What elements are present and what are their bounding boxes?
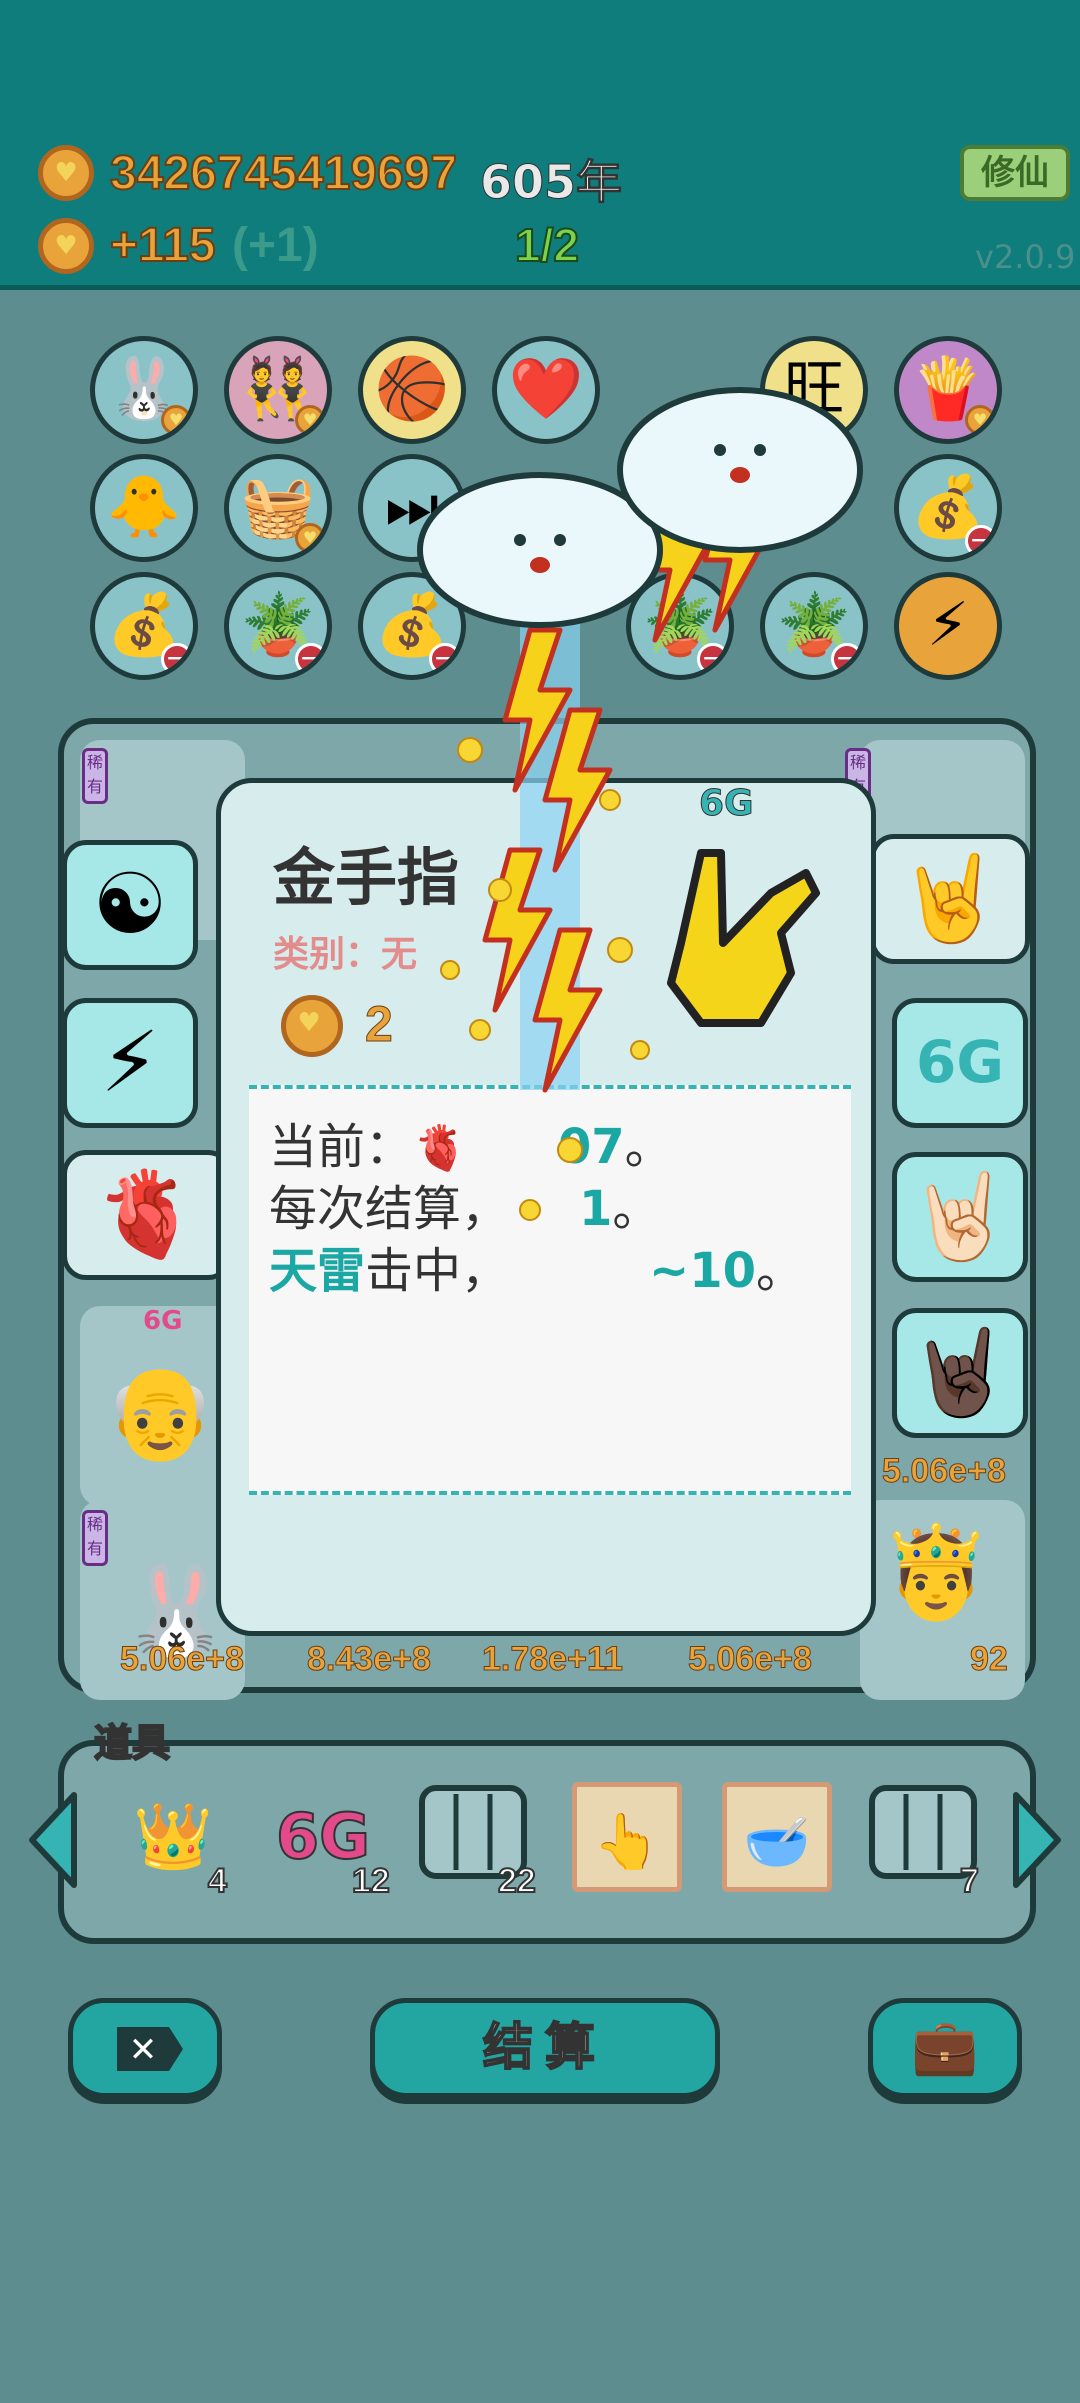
king-card-icon: 🤴 [880, 1520, 993, 1625]
flower-pot-item[interactable]: 🪴 − [626, 572, 734, 680]
cultivate-button[interactable]: 修仙 [960, 145, 1070, 201]
thunder-label: 天雷 [269, 1243, 366, 1299]
gold-finger-tab[interactable]: 🤘 [870, 834, 1030, 964]
heart-coin-icon: ♥ [161, 405, 191, 435]
income-bonus: (+1) [232, 219, 319, 272]
scroll-right-arrow-icon[interactable] [1006, 1790, 1066, 1890]
tool-count: 7 [959, 1861, 980, 1901]
rare-tag: 稀有 [82, 748, 108, 804]
chick-item[interactable]: 🐥 [90, 454, 198, 562]
liver-tab[interactable]: 🫀 [62, 1150, 232, 1280]
settle-label: 每次结算， [269, 1181, 510, 1237]
twins-item[interactable]: 👯 ♥ [224, 336, 332, 444]
settle-end: 。 [612, 1181, 661, 1237]
top-status-bar: 3426745419697 605年 +115 (+1) 1/2 修仙 v2.0… [0, 0, 1080, 290]
rabbit-item[interactable]: 🐰 ♥ [90, 336, 198, 444]
fries-item[interactable]: 🍟 ♥ [894, 336, 1002, 444]
svg-text:✕: ✕ [129, 2030, 158, 2070]
card-value: 1.78e+11 [482, 1640, 624, 1679]
cost-coin-icon [281, 995, 343, 1057]
thunder-text: 击中， [365, 1243, 510, 1299]
finger-card-icon[interactable]: 👆 [572, 1782, 682, 1892]
lightning-tab[interactable]: ⚡ [62, 998, 198, 1128]
card-value: 5.06e+8 [120, 1640, 245, 1679]
tools-label: 道具 [93, 1720, 171, 1766]
settle-line: 每次结算， 1。 [269, 1169, 660, 1239]
item-cost: 2 [365, 996, 394, 1053]
settle-button-label: 结算 [482, 2017, 607, 2077]
rare-tag: 稀有 [82, 1510, 108, 1566]
white-finger-tab[interactable]: 🤘🏻 [892, 1152, 1028, 1282]
years-count: 605年 [479, 155, 623, 210]
scroll-left-arrow-icon[interactable] [24, 1790, 84, 1890]
tool-count: 12 [351, 1861, 391, 1901]
flower-pot-item[interactable]: 🪴 − [760, 572, 868, 680]
bowl-card-icon[interactable]: 🥣 [722, 1782, 832, 1892]
card-value: 8.43e+8 [307, 1640, 432, 1679]
round-progress: 1/2 [514, 218, 580, 272]
remove-icon[interactable]: − [295, 643, 327, 675]
card-value: 5.06e+8 [688, 1640, 813, 1679]
remove-icon[interactable]: − [831, 643, 863, 675]
wang-item[interactable]: 旺 [760, 336, 868, 444]
item-detail-popup: 金手指 类别：无 2 6G 当前：🫀07。 每次结算，1。 天雷击中，~10。 [216, 778, 876, 1636]
briefcase-icon: 💼 [911, 2015, 979, 2078]
heart-coin-icon: ♥ [295, 405, 325, 435]
heart-coin-icon: ♥ [295, 523, 325, 553]
thunder-end: 。 [756, 1243, 805, 1299]
brown-finger-tab[interactable]: 🤘🏿 [892, 1308, 1028, 1438]
6g-badge: 6G [143, 1306, 183, 1336]
remove-icon[interactable]: − [697, 643, 729, 675]
card-value: 92 [970, 1640, 1009, 1679]
tool-count: 4 [207, 1861, 228, 1901]
flower-pot-item[interactable]: 🪴 − [224, 572, 332, 680]
close-icon: ✕ [117, 2027, 183, 2071]
item-description: 当前：🫀 07。 每次结算， 1。 天雷击中， ~10。 [249, 1085, 851, 1495]
6g-label: 6G [699, 783, 755, 825]
coin-icon [38, 145, 94, 201]
version-label: v2.0.9 [975, 238, 1076, 276]
liver-icon: 🫀 [413, 1123, 468, 1174]
farmer-card-icon: 👴 [104, 1360, 217, 1465]
current-value: 07 [557, 1119, 625, 1175]
basketballs-item[interactable]: 🏀 [358, 336, 466, 444]
6g-tab[interactable]: 6G [892, 998, 1028, 1128]
remove-icon[interactable]: − [429, 643, 461, 675]
current-label: 当前： [269, 1119, 414, 1175]
remove-icon[interactable]: − [161, 643, 193, 675]
item-category: 类别：无 [273, 934, 418, 975]
heart-coin-icon: ♥ [965, 405, 995, 435]
yin-yang-tab[interactable]: ☯ [62, 840, 198, 970]
thunder-line: 天雷击中， ~10。 [269, 1231, 804, 1301]
sack-item[interactable]: 💰 − [358, 572, 466, 680]
thunder-value: ~10 [649, 1243, 757, 1299]
heart-item[interactable]: ❤️ [492, 336, 600, 444]
settle-button[interactable]: 结算 [370, 1998, 720, 2098]
next-item[interactable]: ⏭ [358, 454, 466, 562]
lightning-item[interactable]: ⚡ [894, 572, 1002, 680]
item-title: 金手指 [273, 841, 460, 914]
income-value: +115 [109, 218, 216, 273]
bag-button[interactable]: 💼 [868, 1998, 1022, 2098]
current-end: 。 [624, 1119, 673, 1175]
coin-total: 3426745419697 [109, 146, 458, 201]
close-button[interactable]: ✕ [68, 1998, 222, 2098]
yellow-hand-icon [667, 849, 820, 1027]
card-value: 5.06e+8 [882, 1452, 1007, 1491]
sack-item[interactable]: 💰 − [90, 572, 198, 680]
tool-count: 22 [497, 1861, 537, 1901]
current-line: 当前：🫀 07。 [269, 1107, 673, 1177]
settle-value: 1 [579, 1181, 613, 1237]
basket-item[interactable]: 🧺 ♥ [224, 454, 332, 562]
remove-icon[interactable]: − [965, 525, 997, 557]
income-coin-icon [38, 218, 94, 274]
sack-item[interactable]: 💰 − [894, 454, 1002, 562]
